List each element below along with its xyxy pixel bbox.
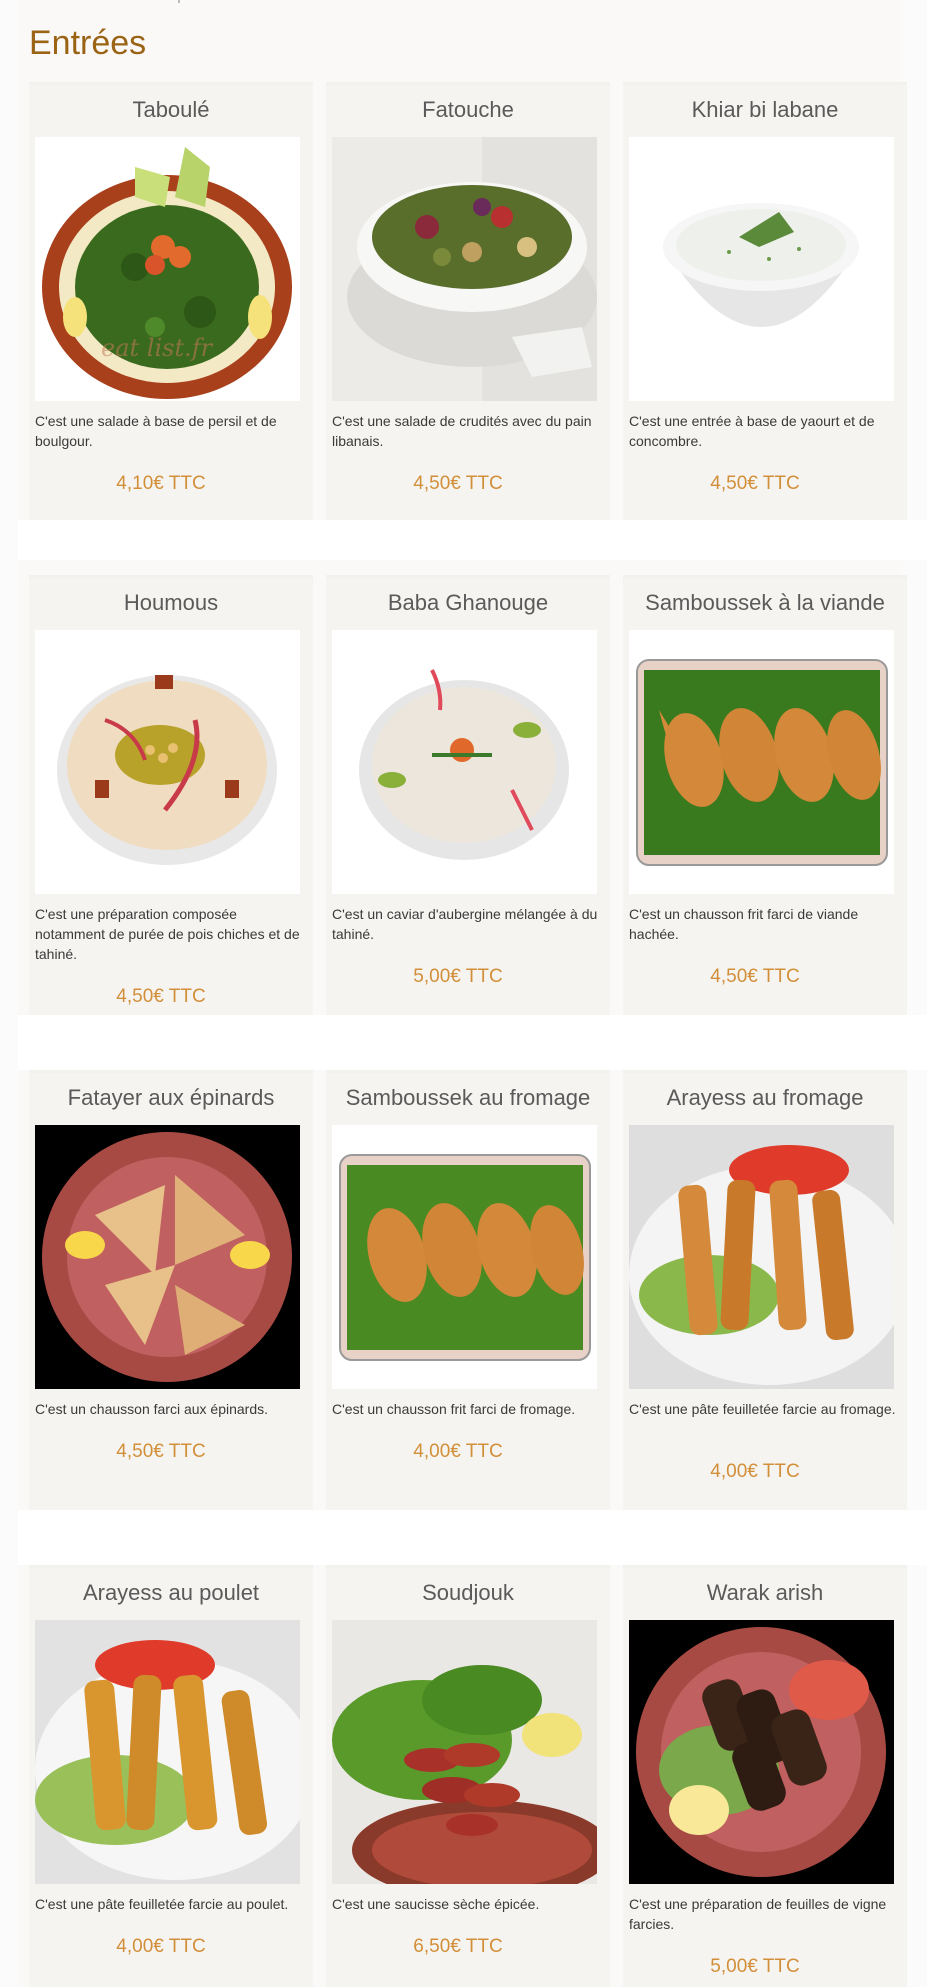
menu-card[interactable]: Arayess au poulet C'est une pâte feuille… [29,1565,313,1987]
menu-card[interactable]: Fatouche C'est une salade de crudités av… [326,82,610,520]
dish-price: 4,50€ TTC [116,1441,206,1462]
chicken-rolls-photo [35,1620,300,1884]
menu-card[interactable]: Samboussek à la viande C'est un chausson… [623,575,907,1015]
dish-name: Fatouche [422,97,514,122]
dish-price: 4,00€ TTC [413,1441,503,1462]
watermark-logo: eat list.fr [101,334,213,362]
dish-name: Arayess au poulet [82,1580,260,1605]
dish-description: C'est un chausson frit farci de fromage. [332,1401,576,1417]
dish-description: C'est une saucisse sèche épicée. [332,1896,540,1912]
menu-card[interactable]: Khiar bi labane C'est une entrée à base … [623,82,907,520]
sujuk-photo [332,1620,597,1884]
dish-name: Taboulé [132,97,210,122]
menu-card[interactable]: Warak arish C'est une préparation de feu… [623,1565,907,1987]
spinach-fatayer-photo [35,1125,300,1389]
dish-price: 4,50€ TTC [710,473,800,494]
menu-card[interactable]: Soudjouk C'est une saucisse sèche épicée… [326,1565,610,1987]
dish-name: Arayess au fromage [666,1085,864,1110]
hummus-photo [35,630,300,894]
dish-description: C'est une salade de crudités avec du pai… [332,413,592,449]
cheese-rolls-photo [629,1125,894,1389]
cheese-samboussek-photo [332,1125,597,1389]
section-title: Entrées [29,24,147,62]
dish-description: C'est un caviar d'aubergine mélangée à d… [332,906,598,942]
menu-page: Entrées Taboulé eat list.fr C'est une sa… [0,0,927,1987]
dish-name: Khiar bi labane [691,97,839,122]
dish-name: Fatayer aux épinards [67,1085,275,1110]
meat-samboussek-photo [629,630,894,894]
dish-name: Samboussek à la viande [645,590,885,615]
top-divider [178,0,180,3]
dish-price: 4,10€ TTC [116,473,206,494]
menu-card[interactable]: Fatayer aux épinards C'est un chausson f… [29,1070,313,1510]
dish-price: 4,00€ TTC [116,1936,206,1957]
dish-description: C'est un chausson farci aux épinards. [35,1401,269,1417]
stuffed-vine-leaves-photo [629,1620,894,1884]
dish-name: Baba Ghanouge [387,590,549,615]
dish-price: 5,00€ TTC [413,966,503,987]
dish-name: Samboussek au fromage [345,1085,591,1110]
menu-card[interactable]: Houmous C'est une préparation composée n… [29,575,313,1015]
dish-price: 4,50€ TTC [413,473,503,494]
dish-name: Houmous [123,590,219,615]
dish-description: C'est une préparation de feuilles de vig… [629,1896,887,1932]
row-separator [18,1015,927,1070]
row-separator [18,1510,927,1565]
dish-price: 4,50€ TTC [710,966,800,987]
menu-card[interactable]: Baba Ghanouge C'est un caviar d'aubergin… [326,575,610,1015]
fattoush-photo [332,137,597,401]
dish-price: 6,50€ TTC [413,1936,503,1957]
yogurt-cucumber-photo [629,137,894,401]
baba-ghanoush-photo [332,630,597,894]
dish-description: C'est une entrée à base de yaourt et de … [629,413,875,449]
dish-name: Warak arish [706,1580,824,1605]
menu-card[interactable]: Samboussek au fromage C'est un chausson … [326,1070,610,1510]
dish-name: Soudjouk [422,1580,514,1605]
dish-description: C'est une préparation composée notamment… [35,906,300,962]
row-separator [18,520,927,560]
dish-price: 4,50€ TTC [116,986,206,1007]
menu-card[interactable]: Taboulé eat list.fr C'est une salade à b… [29,82,313,520]
dish-description: C'est un chausson frit farci de viande h… [629,906,859,942]
dish-description: C'est une pâte feuilletée farcie au poul… [35,1896,289,1912]
dish-description: C'est une pâte feuilletée farcie au from… [629,1401,896,1417]
dish-price: 4,00€ TTC [710,1461,800,1482]
menu-card[interactable]: Arayess au fromage C'est une pâte feuill… [623,1070,907,1510]
dish-description: C'est une salade à base de persil et de … [35,413,277,449]
dish-price: 5,00€ TTC [710,1956,800,1977]
